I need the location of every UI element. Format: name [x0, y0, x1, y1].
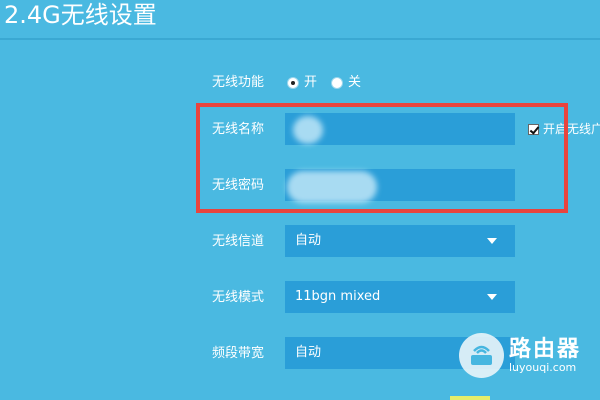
mode-label: 无线模式	[212, 290, 265, 305]
bottom-accent	[450, 396, 490, 400]
radio-off[interactable]: 关	[331, 75, 361, 91]
bandwidth-value: 自动	[295, 345, 322, 360]
channel-value: 自动	[295, 233, 322, 248]
mode-select[interactable]: 11bgn mixed	[285, 281, 515, 313]
wireless-function-label: 无线功能	[212, 75, 265, 90]
radio-on[interactable]: 开	[287, 75, 317, 91]
watermark-url: luyouqi.com	[509, 360, 577, 374]
radio-off-label: 关	[348, 75, 362, 90]
title-divider	[0, 38, 600, 40]
channel-select[interactable]: 自动	[285, 225, 515, 257]
chevron-down-icon	[487, 238, 497, 244]
radio-off-indicator[interactable]	[331, 77, 344, 89]
watermark: 路由器 luyouqi.com	[459, 333, 581, 378]
page-title: 2.4G无线设置	[4, 1, 157, 29]
radio-on-label: 开	[304, 75, 318, 90]
radio-on-indicator[interactable]	[287, 77, 299, 89]
router-logo-icon	[459, 333, 504, 378]
watermark-title: 路由器	[509, 336, 582, 362]
wireless-function-radio-group: 开 关	[287, 75, 375, 91]
channel-label: 无线信道	[212, 234, 265, 249]
mode-value: 11bgn mixed	[295, 289, 381, 304]
highlight-box	[196, 103, 568, 213]
chevron-down-icon	[487, 294, 497, 300]
bandwidth-label: 频段带宽	[212, 346, 265, 361]
